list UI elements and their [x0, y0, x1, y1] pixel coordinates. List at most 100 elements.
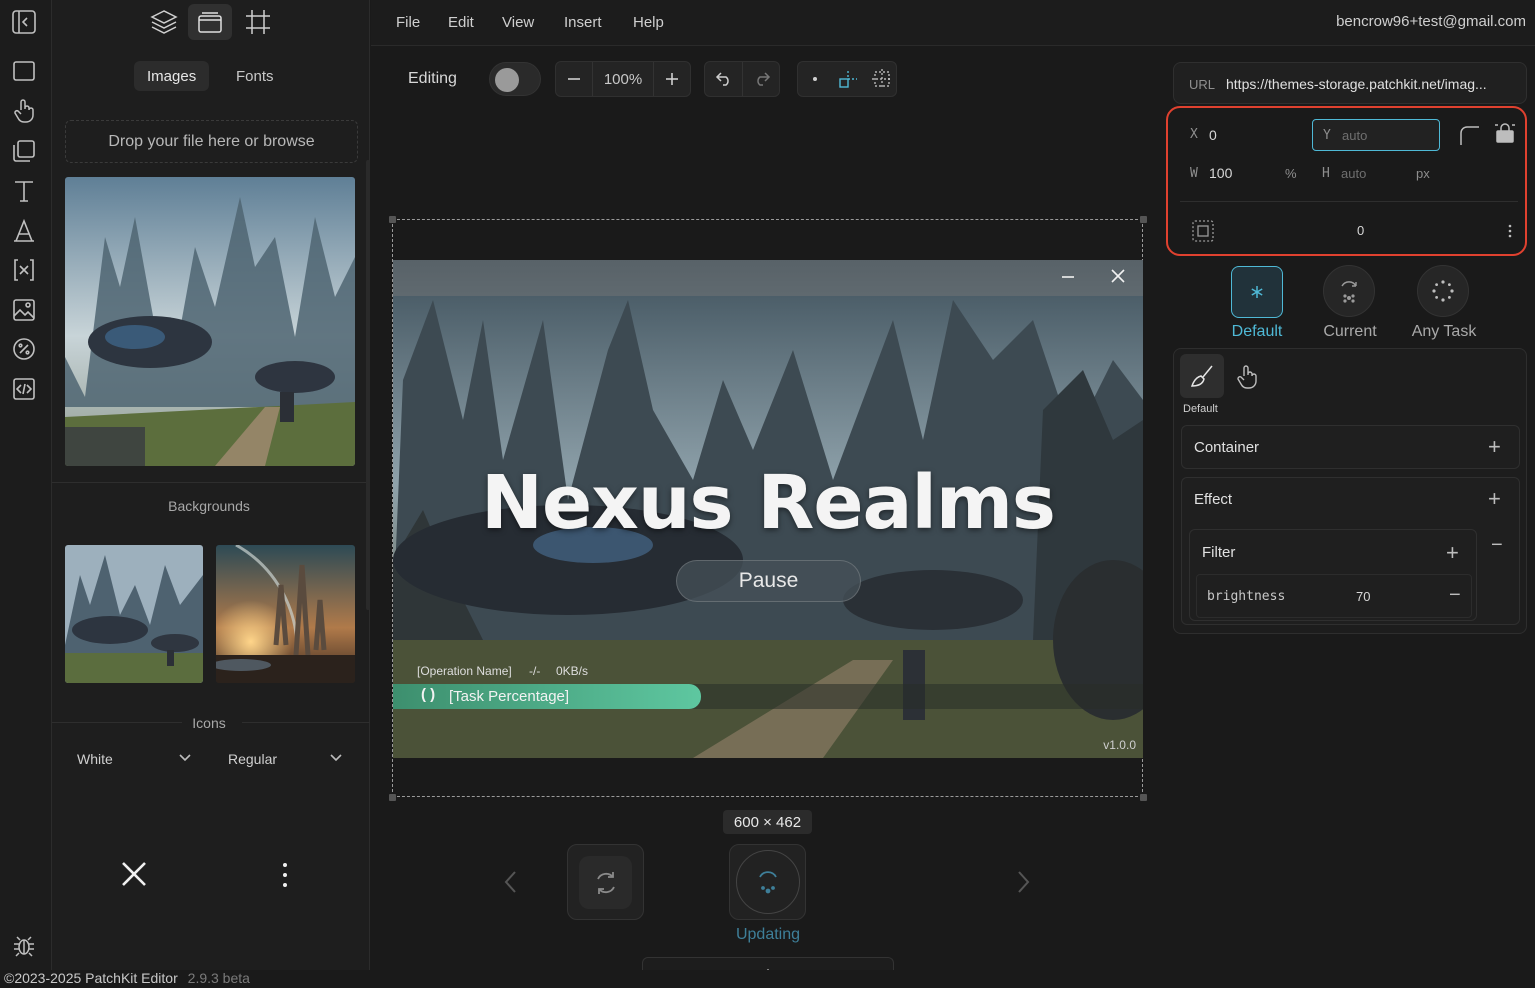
h-input[interactable]: auto: [1341, 166, 1366, 181]
lock-aspect-icon[interactable]: [1494, 122, 1516, 144]
style-tab-label: Default: [1183, 403, 1218, 415]
menu-view[interactable]: View: [502, 14, 534, 31]
close-icon[interactable]: [1111, 269, 1125, 283]
menu-insert[interactable]: Insert: [564, 14, 602, 31]
resize-handle[interactable]: [389, 216, 396, 223]
state-any-task-button[interactable]: [1417, 265, 1469, 317]
tab-images[interactable]: Images: [134, 61, 210, 91]
tool-rail: [0, 0, 52, 970]
state-default-label[interactable]: Default: [1217, 323, 1297, 341]
chevron-left-icon[interactable]: [503, 870, 519, 894]
w-input[interactable]: 100: [1209, 165, 1232, 181]
resize-handle[interactable]: [1140, 216, 1147, 223]
state-default-button[interactable]: [1231, 266, 1283, 318]
more-vertical-icon[interactable]: [1508, 224, 1512, 238]
chevron-right-icon[interactable]: [1015, 870, 1031, 894]
divider: [1180, 201, 1518, 202]
redo-icon[interactable]: [743, 62, 780, 96]
snap-guides-icon[interactable]: [831, 62, 864, 96]
snap-point-icon[interactable]: [798, 62, 831, 96]
zoom-level[interactable]: 100%: [593, 62, 653, 96]
icon-style-select[interactable]: Regular: [228, 746, 343, 772]
user-email[interactable]: bencrow96+test@gmail.com: [1336, 13, 1526, 30]
zoom-in-icon[interactable]: [654, 62, 690, 96]
h-unit[interactable]: px: [1416, 166, 1430, 181]
artboard-icon[interactable]: [236, 4, 280, 40]
effect-label: Effect: [1194, 491, 1233, 508]
divider: [52, 482, 370, 483]
url-field[interactable]: URL https://themes-storage.patchkit.net/…: [1173, 62, 1527, 104]
pause-button[interactable]: Pause: [676, 560, 861, 602]
brush-icon[interactable]: [1180, 354, 1224, 398]
state-preview-idle[interactable]: [567, 844, 644, 920]
collapse-panel-icon[interactable]: [10, 8, 38, 36]
background-thumbnail[interactable]: [65, 545, 203, 683]
state-current-button[interactable]: [1323, 265, 1375, 317]
size-badge: 600 × 462: [723, 810, 812, 834]
menu-file[interactable]: File: [396, 14, 420, 31]
updating-icon: [736, 850, 800, 914]
w-unit[interactable]: %: [1285, 166, 1297, 181]
icon-color-select[interactable]: White: [77, 746, 192, 772]
close-icon[interactable]: [120, 860, 148, 888]
editing-toggle[interactable]: [489, 62, 541, 96]
hover-state-icon[interactable]: [1236, 364, 1258, 390]
add-icon[interactable]: +: [1446, 542, 1459, 564]
resize-handle[interactable]: [1140, 794, 1147, 801]
corner-radius-icon[interactable]: [1458, 124, 1480, 146]
more-vertical-icon[interactable]: [280, 862, 290, 888]
text-tool-icon[interactable]: [10, 177, 38, 205]
state-preview-updating[interactable]: [729, 844, 806, 920]
filter-property[interactable]: brightness: [1207, 589, 1285, 604]
state-any-task-label[interactable]: Any Task: [1404, 323, 1484, 341]
menu-bar: File Edit View Insert Help bencrow96+tes…: [371, 0, 1535, 46]
y-label: Y: [1323, 128, 1331, 143]
add-icon[interactable]: +: [1488, 436, 1501, 458]
undo-icon[interactable]: [705, 62, 742, 96]
background-thumbnail[interactable]: [216, 545, 355, 683]
h-label: H: [1322, 166, 1330, 181]
speed-separator: -/-: [529, 664, 541, 678]
tab-fonts[interactable]: Fonts: [223, 61, 287, 91]
image-thumbnail[interactable]: [65, 177, 355, 466]
menu-help[interactable]: Help: [633, 14, 664, 31]
menu-edit[interactable]: Edit: [448, 14, 474, 31]
container-label: Container: [1194, 439, 1260, 456]
remove-icon[interactable]: −: [1491, 534, 1503, 556]
assets-icon[interactable]: [188, 4, 232, 40]
panel-scrollbar[interactable]: [366, 160, 370, 610]
progress-tool-icon[interactable]: [10, 335, 38, 363]
url-value: https://themes-storage.patchkit.net/imag…: [1226, 76, 1487, 92]
font-tool-icon[interactable]: [10, 217, 38, 245]
state-current-label[interactable]: Current: [1310, 323, 1390, 341]
url-label: URL: [1189, 77, 1216, 92]
chevron-down-icon: [329, 751, 343, 765]
icon-style-value: Regular: [228, 751, 278, 767]
progress-track: ( ) [Task Percentage]: [393, 684, 1143, 709]
y-input[interactable]: Y auto: [1312, 119, 1440, 151]
layers-icon[interactable]: [142, 4, 186, 40]
bug-icon[interactable]: [10, 932, 38, 960]
grid-icon[interactable]: [865, 62, 898, 96]
interaction-tool-icon[interactable]: [10, 97, 38, 125]
launcher-preview[interactable]: Nexus Realms Pause [Operation Name] -/- …: [393, 260, 1143, 758]
task-percentage: [Task Percentage]: [449, 688, 570, 705]
chevron-down-icon: [178, 751, 192, 765]
filter-value[interactable]: 70: [1356, 589, 1370, 604]
container-section[interactable]: Container +: [1181, 425, 1520, 469]
add-icon[interactable]: +: [1488, 488, 1501, 510]
resize-handle[interactable]: [389, 794, 396, 801]
icons-heading: Icons: [192, 715, 226, 731]
remove-icon[interactable]: −: [1449, 584, 1461, 606]
zoom-out-icon[interactable]: [556, 62, 592, 96]
minimize-icon[interactable]: [1061, 268, 1075, 286]
refresh-icon: [579, 856, 632, 909]
file-dropzone[interactable]: Drop your file here or browse: [65, 120, 358, 163]
image-tool-icon[interactable]: [10, 296, 38, 324]
rectangle-tool-icon[interactable]: [10, 57, 38, 85]
x-input[interactable]: 0: [1209, 127, 1217, 143]
code-tool-icon[interactable]: [10, 375, 38, 403]
padding-input[interactable]: 0: [1357, 223, 1364, 238]
frame-tool-icon[interactable]: [10, 137, 38, 165]
variable-tool-icon[interactable]: [10, 256, 38, 284]
